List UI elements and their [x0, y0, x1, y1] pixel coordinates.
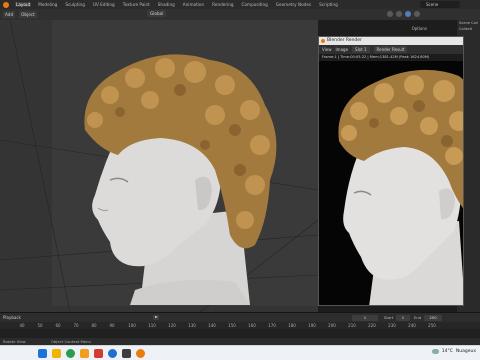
- 3d-viewport[interactable]: [0, 20, 318, 312]
- blender-logo-icon[interactable]: [3, 1, 9, 8]
- play-icon[interactable]: [153, 315, 159, 320]
- render-result-image: [319, 61, 463, 305]
- tick-label: 160: [248, 323, 256, 328]
- temperature-text: 14°C: [441, 349, 453, 354]
- store-icon[interactable]: [80, 349, 89, 358]
- tick-label: 200: [328, 323, 336, 328]
- tick-label: 220: [368, 323, 376, 328]
- file-explorer-icon[interactable]: [38, 349, 47, 358]
- tick-label: 70: [73, 323, 79, 328]
- outliner-row[interactable]: Collecti: [457, 26, 480, 32]
- tab-scripting[interactable]: Scripting: [318, 2, 339, 7]
- timeline-controls: Playback 1 Start 1 End 250: [0, 313, 480, 322]
- playback-menu[interactable]: Playback: [3, 315, 21, 320]
- menu-view[interactable]: View: [322, 47, 332, 52]
- tick-label: 120: [168, 323, 176, 328]
- slot-dropdown[interactable]: Slot 1: [352, 46, 370, 53]
- tick-label: 140: [208, 323, 216, 328]
- tick-label: 110: [148, 323, 156, 328]
- render-stats: Frame:1 | Time:00:05.22 | Mem:1381.42M (…: [319, 54, 463, 61]
- status-context-menu: Object Context Menu: [50, 339, 91, 344]
- tick-label: 180: [288, 323, 296, 328]
- tick-label: 130: [188, 323, 196, 328]
- add-menu[interactable]: Add: [3, 11, 16, 18]
- tick-label: 100: [128, 323, 136, 328]
- solid-shading-icon[interactable]: [396, 11, 402, 17]
- end-label: End: [414, 315, 422, 320]
- tab-texture-paint[interactable]: Texture Paint: [122, 2, 151, 7]
- end-frame-field[interactable]: 250: [424, 315, 442, 321]
- render-window-title: Blender Render: [319, 37, 463, 45]
- system-tray: 14°C Nuageux: [431, 349, 476, 354]
- transform-orientation-dropdown[interactable]: Global: [147, 10, 167, 17]
- tick-label: 170: [268, 323, 276, 328]
- shading-toggles: [387, 11, 420, 17]
- tab-shading[interactable]: Shading: [157, 2, 176, 7]
- rendered-shading-icon[interactable]: [414, 11, 420, 17]
- tab-sculpting[interactable]: Sculpting: [64, 2, 86, 7]
- status-bar: Rotate View Object Context Menu: [0, 338, 480, 345]
- status-rotate-view: Rotate View: [3, 339, 26, 344]
- tab-uv-editing[interactable]: UV Editing: [92, 2, 116, 7]
- options-dropdown[interactable]: Options: [412, 26, 427, 31]
- tab-rendering[interactable]: Rendering: [211, 2, 234, 7]
- tab-animation[interactable]: Animation: [182, 2, 205, 7]
- tab-modeling[interactable]: Modeling: [37, 2, 58, 7]
- wireframe-shading-icon[interactable]: [387, 11, 393, 17]
- viewport-canvas: [0, 20, 318, 312]
- tick-label: 230: [388, 323, 396, 328]
- timeline-editor: Playback 1 Start 1 End 250 40 50 60 70 8…: [0, 312, 480, 339]
- weather-text: Nuageux: [455, 349, 476, 354]
- blender-taskbar-icon[interactable]: [136, 349, 145, 358]
- render-window-menu: View Image Slot 1 Render Result: [319, 45, 463, 54]
- tick-label: 250: [428, 323, 436, 328]
- render-window-title-text: Blender Render: [327, 38, 362, 43]
- workspace-bar: Layout Modeling Sculpting UV Editing Tex…: [0, 0, 480, 9]
- tick-label: 80: [91, 323, 97, 328]
- render-result-dropdown[interactable]: Render Result: [373, 46, 408, 53]
- app-icon[interactable]: [94, 349, 103, 358]
- scene-selector[interactable]: Scene: [420, 1, 460, 8]
- chrome-icon[interactable]: [66, 349, 75, 358]
- cloud-icon: [431, 349, 439, 354]
- object-menu[interactable]: Object: [19, 11, 37, 18]
- tick-label: 240: [408, 323, 416, 328]
- os-taskbar: 14°C Nuageux: [0, 345, 480, 360]
- folder-icon[interactable]: [52, 349, 61, 358]
- current-frame-field[interactable]: 1: [352, 315, 378, 321]
- tab-compositing[interactable]: Compositing: [241, 2, 269, 7]
- tick-label: 90: [109, 323, 115, 328]
- tick-label: 50: [37, 323, 43, 328]
- blender-logo-icon: [321, 39, 325, 43]
- tick-label: 150: [228, 323, 236, 328]
- tick-label: 60: [55, 323, 61, 328]
- tab-geometry-nodes[interactable]: Geometry Nodes: [275, 2, 312, 7]
- tick-label: 210: [348, 323, 356, 328]
- tab-layout[interactable]: Layout: [15, 2, 32, 7]
- start-frame-field[interactable]: 1: [396, 315, 410, 321]
- edge-icon[interactable]: [108, 349, 117, 358]
- frame-ruler[interactable]: 40 50 60 70 80 90 100 110 120 130 140 15…: [0, 322, 480, 329]
- material-preview-icon[interactable]: [405, 11, 411, 17]
- render-window[interactable]: Blender Render View Image Slot 1 Render …: [318, 36, 464, 306]
- start-label: Start: [384, 315, 394, 320]
- tick-label: 190: [308, 323, 316, 328]
- tick-label: 40: [19, 323, 25, 328]
- terminal-icon[interactable]: [122, 349, 131, 358]
- menu-image[interactable]: Image: [336, 47, 349, 52]
